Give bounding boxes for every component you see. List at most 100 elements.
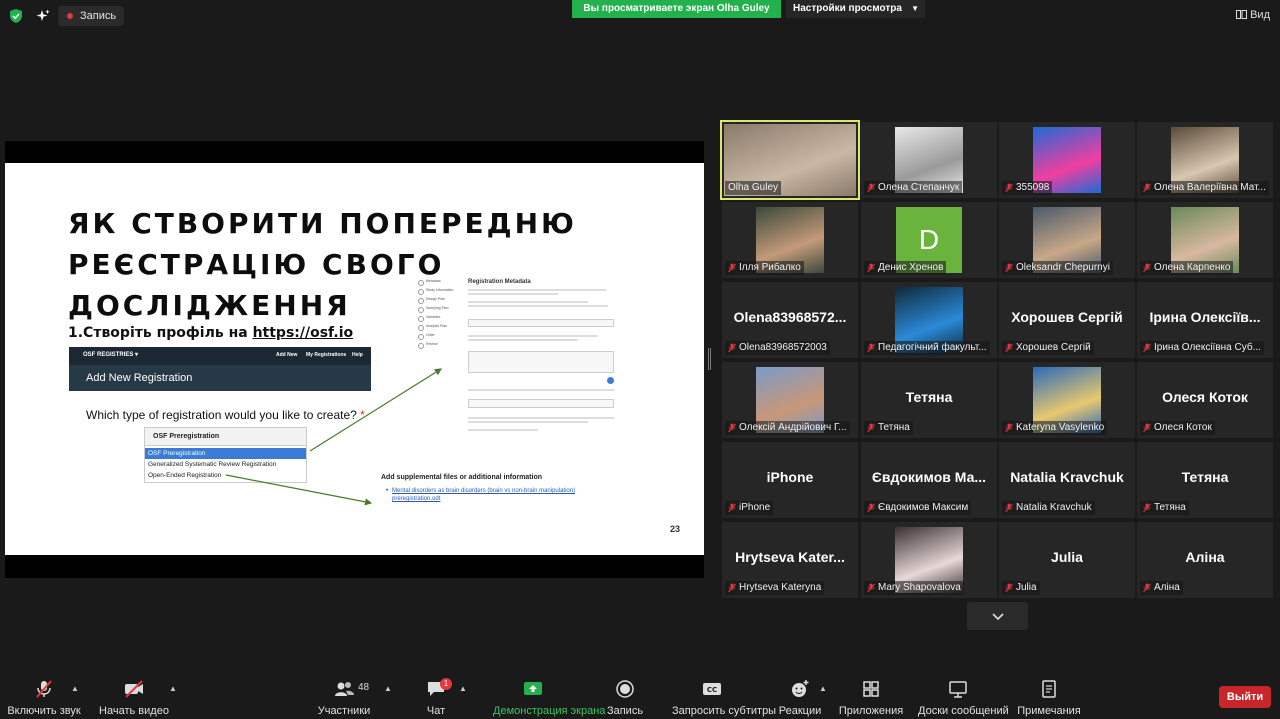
participant-name: Педагогічний факульт...: [878, 342, 987, 353]
participants-button[interactable]: Участники: [318, 672, 370, 719]
participant-name: Julia: [1016, 582, 1037, 593]
top-bar: Запись Вы просматриваете экран Olha Gule…: [0, 0, 1280, 32]
microphone-muted-icon: [1005, 423, 1013, 433]
microphone-muted-icon: [867, 183, 875, 193]
audio-options-caret-icon[interactable]: ▲: [71, 684, 79, 693]
participant-name: Oleksandr Chepurnyi: [1016, 262, 1110, 273]
participant-tile[interactable]: Olena83968572... Olena83968572003: [722, 282, 858, 358]
recording-label: Запись: [80, 10, 117, 22]
split-view-handle[interactable]: [708, 348, 711, 370]
participant-name-label: Педагогічний факульт...: [864, 341, 990, 355]
reactions-button[interactable]: Реакции: [779, 672, 821, 719]
participant-tile[interactable]: Аліна Аліна: [1137, 522, 1273, 598]
participant-tile[interactable]: Олена Валеріївна Мат...: [1137, 122, 1273, 198]
view-settings-button[interactable]: Настройки просмотра ▼: [786, 0, 925, 18]
pointer-arrows: [225, 368, 443, 506]
participant-name-label: Олексій Андрійович Г...: [725, 421, 850, 435]
participant-name-label: Julia: [1002, 581, 1040, 595]
shield-check-icon[interactable]: [8, 8, 24, 24]
participant-tile[interactable]: Ілля Рибалко: [722, 202, 858, 278]
microphone-muted-icon: [728, 423, 736, 433]
microphone-muted-icon: [1005, 263, 1013, 273]
participant-name-label: Євдокимов Максим: [864, 501, 972, 515]
participant-display-name: Євдокимов Ма...: [871, 469, 987, 485]
participant-tile[interactable]: Хорошев Сергій Хорошев Сергій: [999, 282, 1135, 358]
participant-tile[interactable]: Julia Julia: [999, 522, 1135, 598]
participant-name: Євдокимов Максим: [878, 502, 969, 513]
participant-name-label: 355098: [1002, 181, 1053, 195]
microphone-muted-icon: [36, 680, 52, 698]
participant-name: Olha Guley: [728, 182, 779, 193]
participant-name-label: Olha Guley: [725, 181, 782, 195]
participant-name-label: Hrytseva Kateryna: [725, 581, 825, 595]
participant-name: Аліна: [1154, 582, 1180, 593]
participant-tile[interactable]: Mary Shapovalova: [861, 522, 997, 598]
microphone-muted-icon: [1143, 583, 1151, 593]
participant-name: Natalia Kravchuk: [1016, 502, 1092, 513]
start-video-label: Начать видео: [99, 705, 169, 717]
participant-tile[interactable]: Олена Степанчук: [861, 122, 997, 198]
whiteboards-button[interactable]: Доски сообщений: [918, 672, 1009, 719]
participant-tile[interactable]: Олена Карпенко: [1137, 202, 1273, 278]
participant-name: Olena83968572003: [739, 342, 827, 353]
share-screen-label: Демонстрация экрана: [493, 705, 606, 717]
participant-tile[interactable]: Тетяна Тетяна: [1137, 442, 1273, 518]
record-dot-icon: [67, 13, 73, 19]
captions-button[interactable]: CC Запросить субтитры: [672, 672, 776, 719]
grid-view-icon: [1236, 10, 1248, 19]
video-options-caret-icon[interactable]: ▲: [169, 684, 177, 693]
participant-tile[interactable]: Natalia Kravchuk Natalia Kravchuk: [999, 442, 1135, 518]
chat-label: Чат: [426, 705, 446, 717]
unmute-label: Включить звук: [7, 705, 81, 717]
participant-tile[interactable]: Євдокимов Ма... Євдокимов Максим: [861, 442, 997, 518]
participant-name: Hrytseva Kateryna: [739, 582, 822, 593]
participant-tile[interactable]: Kateryna Vasylenko: [999, 362, 1135, 438]
participant-name-label: iPhone: [725, 501, 774, 515]
apps-button[interactable]: Приложения: [839, 672, 903, 719]
arrow-to-supplemental: [225, 474, 373, 506]
participant-tile[interactable]: Олексій Андрійович Г...: [722, 362, 858, 438]
chat-unread-badge: 1: [440, 678, 452, 690]
unmute-button[interactable]: Включить звук: [7, 672, 81, 719]
share-screen-button[interactable]: Демонстрация экрана: [493, 672, 605, 719]
reactions-caret-icon[interactable]: ▲: [819, 684, 827, 693]
participant-name: Олена Валеріївна Мат...: [1154, 182, 1266, 193]
participant-tile[interactable]: Ірина Олексіїв... Ірина Олексіївна Суб...: [1137, 282, 1273, 358]
leave-meeting-button[interactable]: Выйти: [1219, 686, 1271, 708]
participant-name-label: Natalia Kravchuk: [1002, 501, 1095, 515]
participant-tile[interactable]: D Денис Хренов: [861, 202, 997, 278]
participant-tile[interactable]: Олеся Коток Олеся Коток: [1137, 362, 1273, 438]
participant-name-label: Олена Степанчук: [864, 181, 963, 195]
chevron-down-icon: ▼: [911, 4, 919, 13]
participant-name: Тетяна: [1154, 502, 1186, 513]
record-button[interactable]: Запись: [605, 672, 645, 719]
participant-name-label: Ірина Олексіївна Суб...: [1140, 341, 1264, 355]
participant-tile[interactable]: Педагогічний факульт...: [861, 282, 997, 358]
participant-tile[interactable]: Тетяна Тетяна: [861, 362, 997, 438]
gallery-next-page-button[interactable]: [967, 602, 1028, 630]
participant-display-name: Хорошев Сергій: [1011, 309, 1123, 325]
participant-tile[interactable]: iPhone iPhone: [722, 442, 858, 518]
sparkle-icon[interactable]: [35, 8, 51, 24]
microphone-muted-icon: [1143, 263, 1151, 273]
notes-button[interactable]: Примечания: [1017, 672, 1081, 719]
participant-name-label: Ілля Рибалко: [725, 261, 804, 275]
view-button[interactable]: Вид: [1236, 9, 1270, 21]
participant-tile[interactable]: Olha Guley: [720, 120, 860, 200]
participant-name: Ірина Олексіївна Суб...: [1154, 342, 1261, 353]
participant-name: Ілля Рибалко: [739, 262, 801, 273]
participant-name-label: Тетяна: [864, 421, 913, 435]
arrow-to-metadata: [309, 368, 443, 452]
chat-caret-icon[interactable]: ▲: [459, 684, 467, 693]
participant-name: Денис Хренов: [878, 262, 944, 273]
recording-indicator[interactable]: Запись: [58, 6, 125, 26]
participant-display-name: iPhone: [766, 469, 814, 485]
participants-caret-icon[interactable]: ▲: [384, 684, 392, 693]
participant-name-label: Аліна: [1140, 581, 1183, 595]
participant-tile[interactable]: Hrytseva Kater... Hrytseva Kateryna: [722, 522, 858, 598]
start-video-button[interactable]: Начать видео: [99, 672, 169, 719]
participant-tile[interactable]: 355098: [999, 122, 1135, 198]
participant-name: Олена Степанчук: [878, 182, 960, 193]
participant-tile[interactable]: Oleksandr Chepurnyi: [999, 202, 1135, 278]
record-icon: [616, 680, 634, 698]
